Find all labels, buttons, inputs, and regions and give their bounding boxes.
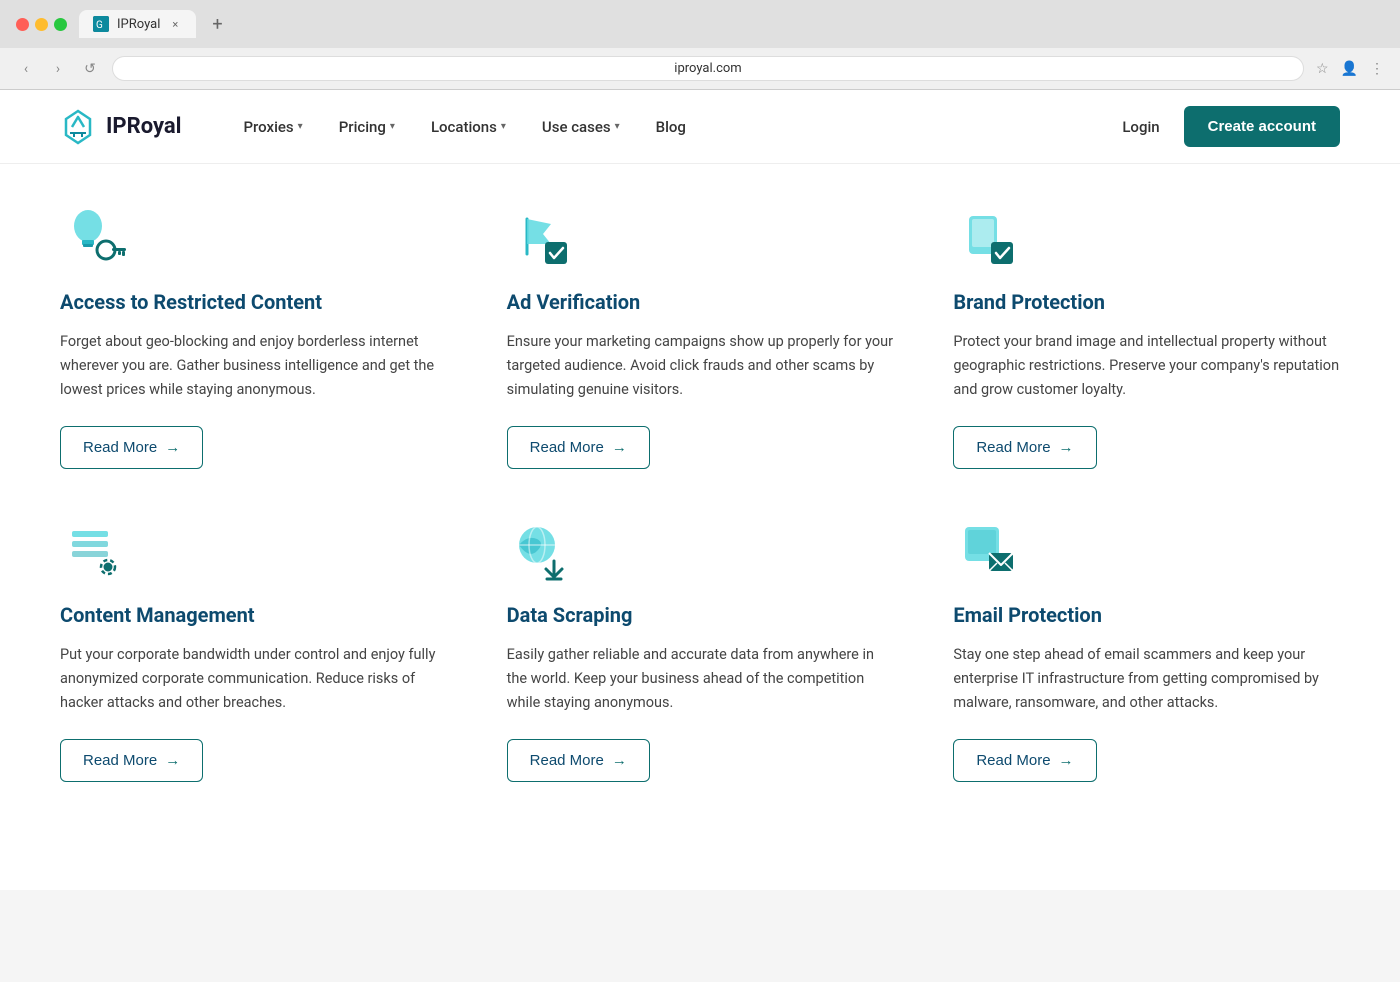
read-more-ad-verification[interactable]: Read More → bbox=[507, 426, 650, 469]
nav-item-pricing[interactable]: Pricing ▾ bbox=[325, 110, 409, 144]
logo-icon bbox=[60, 109, 96, 145]
card-title-data-scraping: Data Scraping bbox=[507, 603, 894, 627]
menu-icon[interactable]: ⋮ bbox=[1370, 61, 1384, 77]
locations-chevron: ▾ bbox=[501, 121, 506, 132]
card-content-management: Content Management Put your corporate ba… bbox=[60, 517, 447, 782]
arrow-icon: → bbox=[612, 439, 627, 456]
browser-actions: ☆ 👤 ⋮ bbox=[1316, 61, 1384, 77]
arrow-icon: → bbox=[165, 439, 180, 456]
gear-list-icon bbox=[60, 517, 130, 587]
usecases-label: Use cases bbox=[542, 118, 611, 136]
new-tab-button[interactable]: + bbox=[212, 14, 222, 35]
card-desc-access-restricted: Forget about geo-blocking and enjoy bord… bbox=[60, 330, 447, 402]
card-title-content-management: Content Management bbox=[60, 603, 447, 627]
read-more-brand-protection[interactable]: Read More → bbox=[953, 426, 1096, 469]
card-brand-protection: Brand Protection Protect your brand imag… bbox=[953, 204, 1340, 469]
nav-right: Login Create account bbox=[1122, 106, 1340, 147]
download-globe-icon bbox=[507, 517, 577, 587]
browser-addressbar: ‹ › ↺ iproyal.com ☆ 👤 ⋮ bbox=[0, 48, 1400, 89]
tab-favicon: G bbox=[93, 16, 109, 32]
card-data-scraping: Data Scraping Easily gather reliable and… bbox=[507, 517, 894, 782]
logo[interactable]: IPRoyal bbox=[60, 109, 181, 145]
forward-button[interactable]: › bbox=[48, 59, 68, 79]
card-desc-brand-protection: Protect your brand image and intellectua… bbox=[953, 330, 1340, 402]
pricing-label: Pricing bbox=[339, 118, 386, 136]
minimize-window-dot[interactable] bbox=[35, 18, 48, 31]
address-bar[interactable]: iproyal.com bbox=[112, 56, 1304, 81]
browser-titlebar: G IPRoyal × + bbox=[0, 0, 1400, 48]
profile-icon[interactable]: 👤 bbox=[1341, 61, 1358, 77]
card-title-access-restricted: Access to Restricted Content bbox=[60, 290, 447, 314]
cards-grid: Access to Restricted Content Forget abou… bbox=[60, 204, 1340, 782]
nav-item-usecases[interactable]: Use cases ▾ bbox=[528, 110, 634, 144]
locations-label: Locations bbox=[431, 118, 497, 136]
check-flag-icon bbox=[507, 204, 577, 274]
close-window-dot[interactable] bbox=[16, 18, 29, 31]
card-ad-verification: Ad Verification Ensure your marketing ca… bbox=[507, 204, 894, 469]
card-desc-content-management: Put your corporate bandwidth under contr… bbox=[60, 643, 447, 715]
read-more-data-scraping[interactable]: Read More → bbox=[507, 739, 650, 782]
arrow-icon: → bbox=[1059, 752, 1074, 769]
bookmark-icon[interactable]: ☆ bbox=[1316, 61, 1329, 77]
nav-links: Proxies ▾ Pricing ▾ Locations ▾ Use case… bbox=[229, 110, 1122, 144]
browser-chrome: G IPRoyal × + ‹ › ↺ iproyal.com ☆ 👤 ⋮ bbox=[0, 0, 1400, 90]
tab-close-button[interactable]: × bbox=[168, 17, 182, 31]
window-controls bbox=[16, 18, 67, 31]
card-email-protection: Email Protection Stay one step ahead of … bbox=[953, 517, 1340, 782]
arrow-icon: → bbox=[612, 752, 627, 769]
shield-check-icon bbox=[953, 204, 1023, 274]
key-icon bbox=[60, 204, 130, 274]
card-desc-email-protection: Stay one step ahead of email scammers an… bbox=[953, 643, 1340, 715]
maximize-window-dot[interactable] bbox=[54, 18, 67, 31]
read-more-access-restricted[interactable]: Read More → bbox=[60, 426, 203, 469]
tab-title: IPRoyal bbox=[117, 17, 160, 32]
nav-item-blog[interactable]: Blog bbox=[642, 110, 700, 144]
blog-label: Blog bbox=[656, 118, 686, 136]
logo-text: IPRoyal bbox=[106, 114, 181, 139]
create-account-button[interactable]: Create account bbox=[1184, 106, 1340, 147]
pricing-chevron: ▾ bbox=[390, 121, 395, 132]
arrow-icon: → bbox=[1059, 439, 1074, 456]
arrow-icon: → bbox=[165, 752, 180, 769]
login-button[interactable]: Login bbox=[1122, 118, 1159, 136]
usecases-chevron: ▾ bbox=[615, 121, 620, 132]
proxies-label: Proxies bbox=[243, 118, 293, 136]
card-title-brand-protection: Brand Protection bbox=[953, 290, 1340, 314]
envelope-shield-icon bbox=[953, 517, 1023, 587]
read-more-content-management[interactable]: Read More → bbox=[60, 739, 203, 782]
navbar: IPRoyal Proxies ▾ Pricing ▾ Locations ▾ … bbox=[0, 90, 1400, 164]
back-button[interactable]: ‹ bbox=[16, 59, 36, 79]
nav-item-proxies[interactable]: Proxies ▾ bbox=[229, 110, 316, 144]
card-title-ad-verification: Ad Verification bbox=[507, 290, 894, 314]
card-title-email-protection: Email Protection bbox=[953, 603, 1340, 627]
browser-tab[interactable]: G IPRoyal × bbox=[79, 10, 196, 38]
read-more-email-protection[interactable]: Read More → bbox=[953, 739, 1096, 782]
svg-text:G: G bbox=[96, 20, 103, 31]
refresh-button[interactable]: ↺ bbox=[80, 59, 100, 79]
card-desc-data-scraping: Easily gather reliable and accurate data… bbox=[507, 643, 894, 715]
card-desc-ad-verification: Ensure your marketing campaigns show up … bbox=[507, 330, 894, 402]
proxies-chevron: ▾ bbox=[298, 121, 303, 132]
main-content: Access to Restricted Content Forget abou… bbox=[0, 164, 1400, 842]
page-wrapper: IPRoyal Proxies ▾ Pricing ▾ Locations ▾ … bbox=[0, 90, 1400, 890]
card-access-restricted: Access to Restricted Content Forget abou… bbox=[60, 204, 447, 469]
nav-item-locations[interactable]: Locations ▾ bbox=[417, 110, 520, 144]
